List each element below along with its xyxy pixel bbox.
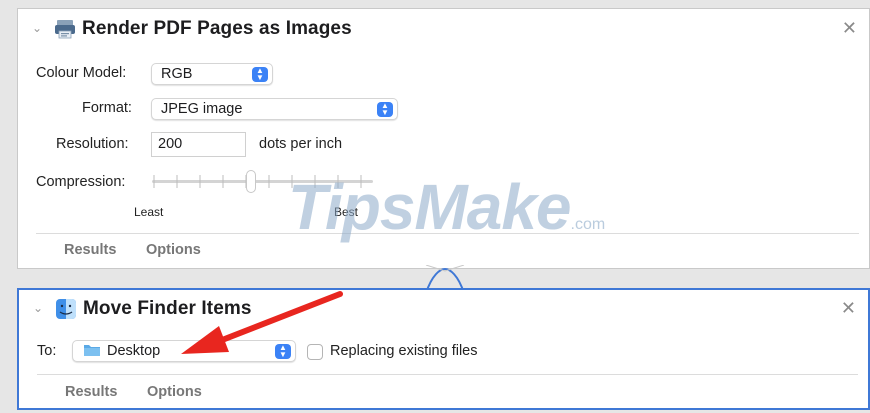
- to-label: To:: [37, 343, 57, 359]
- watermark-text: TipsMake: [288, 171, 571, 243]
- pdf-render-icon: [54, 18, 76, 40]
- slider-knob[interactable]: [246, 170, 256, 193]
- chevron-down-icon[interactable]: ⌄: [32, 21, 46, 35]
- resolution-unit: dots per inch: [259, 136, 343, 152]
- colour-model-select[interactable]: RGB ▲ ▼: [151, 63, 273, 85]
- tab-results[interactable]: Results: [64, 242, 116, 258]
- format-value: JPEG image: [161, 101, 243, 117]
- format-select[interactable]: JPEG image ▲ ▼: [151, 98, 398, 120]
- watermark: TipsMake.com: [288, 170, 606, 243]
- action-header[interactable]: ⌄ Move Finder Items ✕: [19, 290, 868, 330]
- popup-stepper-icon: ▲ ▼: [252, 67, 268, 82]
- tabs-divider: [37, 374, 858, 375]
- chevron-down-icon[interactable]: ⌄: [33, 301, 47, 315]
- tab-options[interactable]: Options: [147, 384, 202, 400]
- finder-icon: [55, 298, 77, 320]
- replace-existing-label: Replacing existing files: [330, 343, 478, 359]
- destination-value: Desktop: [107, 343, 161, 359]
- compression-label: Compression:: [36, 174, 126, 190]
- resolution-label: Resolution:: [56, 136, 129, 152]
- colour-model-label: Colour Model:: [36, 65, 127, 81]
- close-icon[interactable]: ✕: [842, 19, 857, 37]
- action-header[interactable]: ⌄ Render PDF Pages as Images ✕: [18, 9, 869, 49]
- move-finder-items-action-card[interactable]: ⌄ Move Finder Items ✕ To: Desktop ▲ ▼ Rep…: [17, 288, 870, 410]
- folder-icon: [83, 343, 101, 357]
- close-icon[interactable]: ✕: [841, 299, 856, 317]
- popup-stepper-icon: ▲ ▼: [377, 102, 393, 117]
- tab-results[interactable]: Results: [65, 384, 117, 400]
- colour-model-value: RGB: [161, 66, 193, 82]
- top-connector-notch: [430, 0, 464, 8]
- annotation-arrow: [175, 290, 345, 365]
- resolution-value: 200: [158, 136, 183, 152]
- resolution-input[interactable]: 200: [151, 132, 246, 157]
- action-title: Render PDF Pages as Images: [82, 18, 352, 39]
- watermark-suffix: .com: [570, 216, 606, 233]
- tab-options[interactable]: Options: [146, 242, 201, 258]
- compression-min-label: Least: [134, 205, 164, 219]
- format-label: Format:: [82, 100, 132, 116]
